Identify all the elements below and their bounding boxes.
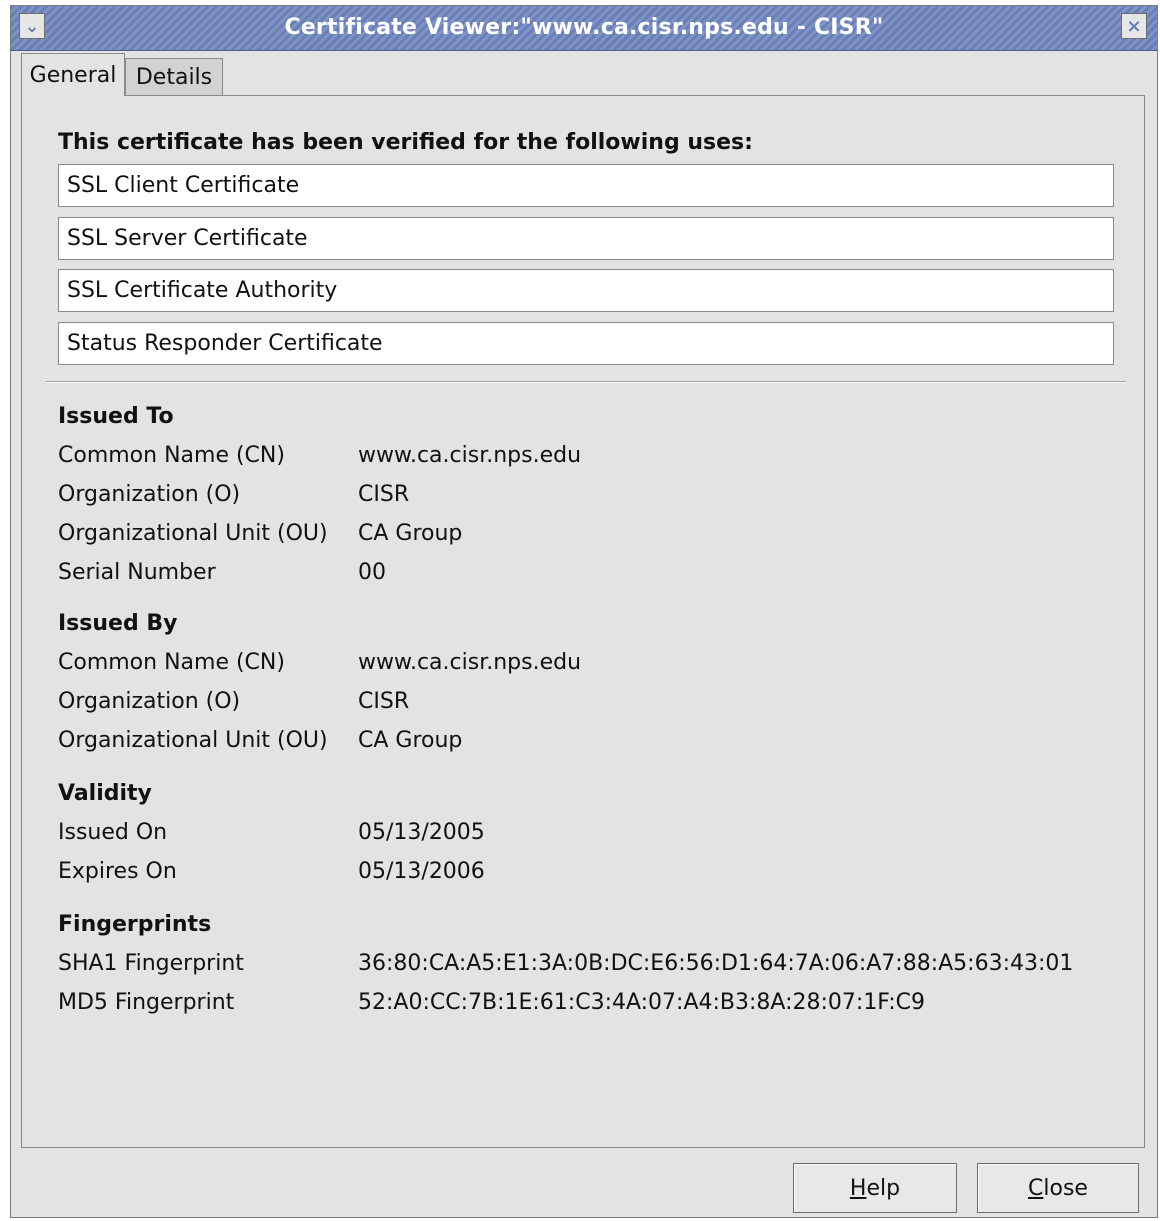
issued-on-value: 05/13/2005 xyxy=(358,820,485,845)
tab-general[interactable]: General xyxy=(21,53,125,96)
issued-by-ou-label: Organizational Unit (OU) xyxy=(58,728,328,753)
validity-title: Validity xyxy=(58,781,152,806)
issued-to-cn-label: Common Name (CN) xyxy=(58,443,285,468)
use-item-ssl-client: SSL Client Certificate xyxy=(58,164,1114,207)
issued-by-o-label: Organization (O) xyxy=(58,689,241,714)
title-bar[interactable]: ⌄ Certificate Viewer:"www.ca.cisr.nps.ed… xyxy=(11,6,1157,51)
issued-to-ou-value: CA Group xyxy=(358,521,463,546)
use-item-status-responder: Status Responder Certificate xyxy=(58,322,1114,365)
use-item-ssl-ca: SSL Certificate Authority xyxy=(58,269,1114,312)
sha1-fingerprint-value: 36:80:CA:A5:E1:3A:0B:DC:E6:56:D1:64:7A:0… xyxy=(358,951,1074,976)
issued-to-title: Issued To xyxy=(58,404,174,429)
issued-by-cn-label: Common Name (CN) xyxy=(58,650,285,675)
issued-to-cn-value: www.ca.cisr.nps.edu xyxy=(358,443,582,468)
help-button[interactable]: Help xyxy=(793,1163,957,1213)
close-mnemonic: C xyxy=(1028,1175,1044,1201)
md5-fingerprint-value: 52:A0:CC:7B:1E:61:C3:4A:07:A4:B3:8A:28:0… xyxy=(358,990,926,1015)
tab-details[interactable]: Details xyxy=(125,58,223,96)
fingerprints-title: Fingerprints xyxy=(58,912,212,937)
issued-to-ou-label: Organizational Unit (OU) xyxy=(58,521,328,546)
expires-on-value: 05/13/2006 xyxy=(358,859,485,884)
md5-fingerprint-label: MD5 Fingerprint xyxy=(58,990,235,1015)
issued-to-o-label: Organization (O) xyxy=(58,482,241,507)
window-close-button[interactable]: × xyxy=(1121,13,1147,39)
use-item-ssl-server: SSL Server Certificate xyxy=(58,217,1114,260)
window-title: Certificate Viewer:"www.ca.cisr.nps.edu … xyxy=(284,15,884,40)
issued-by-title: Issued By xyxy=(58,611,178,636)
issued-on-label: Issued On xyxy=(58,820,168,845)
general-panel: This certificate has been verified for t… xyxy=(21,95,1145,1148)
certificate-viewer-window: ⌄ Certificate Viewer:"www.ca.cisr.nps.ed… xyxy=(10,5,1158,1218)
issued-by-o-value: CISR xyxy=(358,689,410,714)
issued-to-o-value: CISR xyxy=(358,482,410,507)
serial-number-value: 00 xyxy=(358,560,386,585)
expires-on-label: Expires On xyxy=(58,859,177,884)
issued-by-cn-value: www.ca.cisr.nps.edu xyxy=(358,650,582,675)
uses-heading: This certificate has been verified for t… xyxy=(58,130,753,155)
close-label: lose xyxy=(1043,1175,1088,1201)
help-mnemonic: H xyxy=(849,1175,867,1201)
close-icon: × xyxy=(1126,15,1142,37)
separator xyxy=(46,381,1126,383)
help-label: elp xyxy=(866,1175,901,1201)
serial-number-label: Serial Number xyxy=(58,560,216,585)
issued-by-ou-value: CA Group xyxy=(358,728,463,753)
close-button[interactable]: Close xyxy=(977,1163,1139,1213)
sha1-fingerprint-label: SHA1 Fingerprint xyxy=(58,951,244,976)
